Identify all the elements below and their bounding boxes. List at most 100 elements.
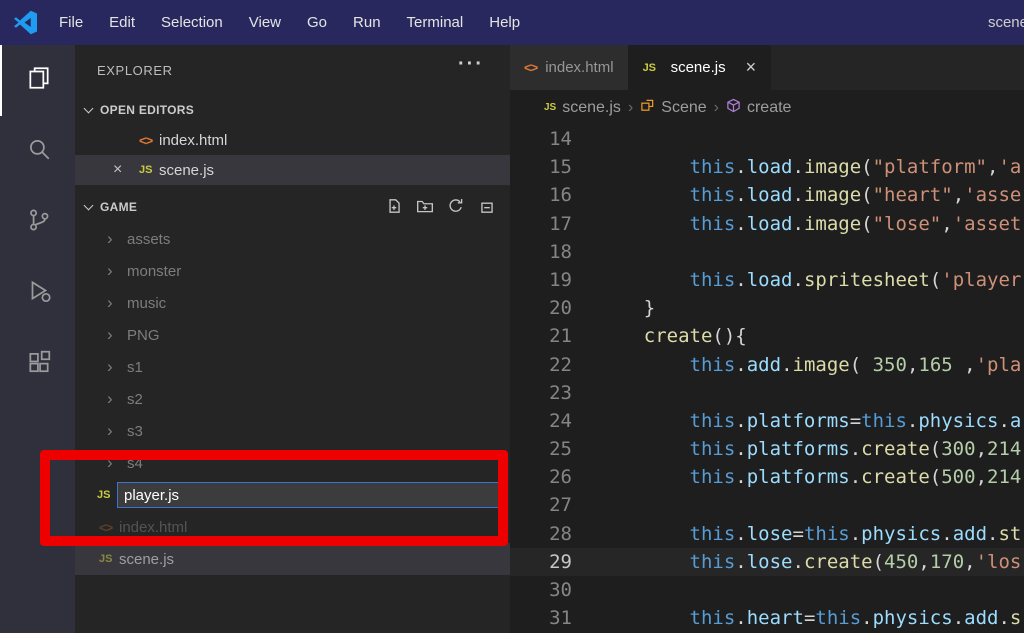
menu-item-terminal[interactable]: Terminal	[394, 0, 477, 45]
code-line-20[interactable]: 20 }	[510, 294, 1024, 322]
tab-label: scene.js	[670, 59, 726, 76]
open-editor-label: index.html	[159, 131, 228, 149]
open-editors-header[interactable]: OPEN EDITORS	[75, 95, 510, 125]
new-file-icon[interactable]	[385, 197, 403, 218]
explorer-sidebar: EXPLORER ··· OPEN EDITORS × <> index.htm…	[75, 45, 510, 633]
folder-item-s1[interactable]: › s1	[75, 351, 510, 383]
code-line-21[interactable]: 21 create(){	[510, 322, 1024, 350]
menu-item-run[interactable]: Run	[340, 0, 394, 45]
new-folder-icon[interactable]	[416, 197, 434, 218]
code-line-26[interactable]: 26 this.platforms.create(500,214	[510, 463, 1024, 491]
folder-label: assets	[127, 230, 171, 248]
breadcrumb: JS scene.js › Scene › create	[510, 90, 1024, 125]
activity-explorer[interactable]	[0, 45, 75, 116]
code-line-22[interactable]: 22 this.add.image( 350,165 ,'pla	[510, 351, 1024, 379]
chevron-right-icon: ›	[107, 453, 113, 472]
folder-item-s4[interactable]: › s4	[75, 447, 510, 479]
symbol-class-icon	[640, 98, 655, 118]
run-debug-icon	[26, 278, 52, 309]
open-editor-index-html[interactable]: × <> index.html	[75, 125, 510, 155]
breadcrumb-method[interactable]: create	[726, 98, 791, 118]
js-file-icon: JS	[97, 489, 111, 501]
close-icon[interactable]: ×	[746, 57, 757, 78]
code-line-23[interactable]: 23	[510, 379, 1024, 407]
line-number: 28	[549, 522, 572, 545]
menu-item-edit[interactable]: Edit	[96, 0, 148, 45]
folder-label: monster	[127, 262, 182, 280]
code-text: create(){	[643, 325, 747, 348]
file-item-index-html[interactable]: <> index.html	[75, 511, 510, 543]
breadcrumb-file[interactable]: JS scene.js	[544, 99, 621, 117]
code-line-17[interactable]: 17 this.load.image("lose",'asset	[510, 210, 1024, 238]
folder-label: s2	[127, 390, 143, 408]
line-number: 25	[549, 438, 572, 461]
menu-item-go[interactable]: Go	[294, 0, 340, 45]
code-line-25[interactable]: 25 this.platforms.create(300,214	[510, 435, 1024, 463]
folder-item-monster[interactable]: › monster	[75, 255, 510, 287]
more-actions-icon[interactable]: ···	[458, 53, 484, 76]
code-line-27[interactable]: 27	[510, 491, 1024, 519]
breadcrumb-label: scene.js	[562, 98, 621, 116]
open-editor-label: scene.js	[159, 161, 215, 179]
line-number: 27	[549, 494, 572, 517]
menu-item-view[interactable]: View	[236, 0, 294, 45]
activity-run-debug[interactable]	[0, 258, 75, 329]
folder-item-s3[interactable]: › s3	[75, 415, 510, 447]
chevron-right-icon: ›	[107, 389, 113, 408]
folder-label: music	[127, 294, 167, 312]
menu-item-selection[interactable]: Selection	[148, 0, 236, 45]
code-line-18[interactable]: 18	[510, 238, 1024, 266]
folder-item-assets[interactable]: › assets	[75, 223, 510, 255]
activity-extensions[interactable]	[0, 329, 75, 400]
file-label: scene.js	[119, 550, 175, 568]
chevron-right-icon: ›	[107, 325, 113, 344]
js-file-icon: JS	[139, 164, 153, 176]
code-line-16[interactable]: 16 this.load.image("heart",'asse	[510, 181, 1024, 209]
open-editors-label: OPEN EDITORS	[100, 103, 195, 117]
code-line-19[interactable]: 19 this.load.spritesheet('player	[510, 266, 1024, 294]
folder-label: s3	[127, 422, 143, 440]
code-line-28[interactable]: 28 this.lose=this.physics.add.st	[510, 520, 1024, 548]
code-line-31[interactable]: 31 this.heart=this.physics.add.s	[510, 604, 1024, 632]
rename-file-input[interactable]	[117, 482, 506, 508]
code-line-29[interactable]: 29 this.lose.create(450,170,'los	[510, 547, 1024, 576]
close-icon[interactable]: ×	[113, 161, 139, 179]
menu-bar: File Edit Selection View Go Run Terminal Help	[46, 0, 533, 45]
folder-item-music[interactable]: › music	[75, 287, 510, 319]
line-number: 23	[549, 381, 572, 404]
code-text: this.lose=this.physics.add.st	[689, 522, 1022, 545]
menu-item-file[interactable]: File	[46, 0, 96, 45]
game-section-header[interactable]: GAME	[75, 191, 510, 223]
vscode-logo-icon	[13, 10, 38, 35]
tab-scene-js[interactable]: JS scene.js ×	[628, 45, 772, 90]
code-text: this.lose.create(450,170,'los	[689, 550, 1022, 573]
code-text: this.load.spritesheet('player	[689, 268, 1022, 291]
line-number: 21	[549, 325, 572, 348]
menu-item-help[interactable]: Help	[476, 0, 533, 45]
code-line-14[interactable]: 14	[510, 125, 1024, 153]
code-line-30[interactable]: 30	[510, 576, 1024, 604]
tab-index-html[interactable]: <> index.html	[510, 45, 629, 90]
line-number: 14	[549, 128, 572, 150]
breadcrumb-class[interactable]: Scene	[640, 98, 707, 118]
code-line-24[interactable]: 24 this.platforms=this.physics.a	[510, 407, 1024, 435]
code-text: this.heart=this.physics.add.s	[689, 607, 1022, 630]
refresh-icon[interactable]	[447, 197, 465, 218]
extensions-icon	[26, 349, 52, 380]
file-item-scene-js[interactable]: JS scene.js	[75, 543, 510, 575]
activity-search[interactable]	[0, 116, 75, 187]
line-number: 31	[549, 607, 572, 630]
line-number: 26	[549, 466, 572, 489]
folder-item-s2[interactable]: › s2	[75, 383, 510, 415]
open-editor-scene-js[interactable]: × JS scene.js	[75, 155, 510, 185]
code-line-15[interactable]: 15 this.load.image("platform",'a	[510, 153, 1024, 181]
search-icon	[26, 136, 52, 167]
line-number: 22	[549, 353, 572, 376]
folder-label: s4	[127, 454, 143, 472]
breadcrumb-separator: ›	[713, 98, 719, 116]
activity-source-control[interactable]	[0, 187, 75, 258]
code-area[interactable]: 14 15 this.load.image("platform",'a 16 thi…	[510, 125, 1024, 633]
line-number: 16	[549, 184, 572, 207]
folder-item-png[interactable]: › PNG	[75, 319, 510, 351]
collapse-all-icon[interactable]	[478, 197, 496, 218]
